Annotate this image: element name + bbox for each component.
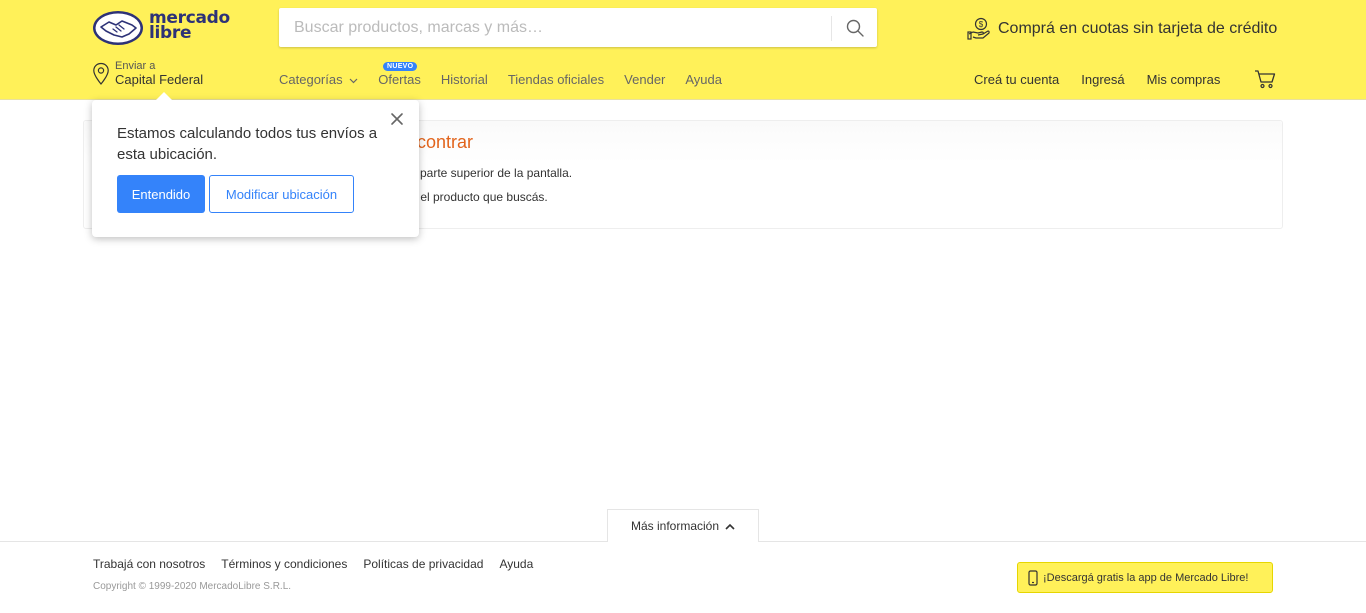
footer-links: Trabajá con nosotros Términos y condicio… <box>93 557 533 571</box>
nav-ofertas[interactable]: Ofertas <box>378 72 421 90</box>
footer-link-politicas[interactable]: Políticas de privacidad <box>363 557 483 571</box>
entendido-button[interactable]: Entendido <box>117 175 205 213</box>
search-input[interactable] <box>279 8 831 47</box>
more-info-label: Más información <box>630 519 720 533</box>
nav-categorias-label: Categorías <box>279 72 343 87</box>
mercadolibre-logo[interactable]: mercado libre <box>92 10 232 46</box>
search-button[interactable] <box>832 8 877 47</box>
location-value: Capital Federal <box>115 72 204 87</box>
money-hand-icon: $ <box>967 17 990 40</box>
nav-historial[interactable]: Historial <box>441 72 488 90</box>
nav-ayuda[interactable]: Ayuda <box>685 72 722 90</box>
mas-informacion-tab[interactable]: Más información <box>607 509 759 542</box>
modificar-ubicacion-button[interactable]: Modificar ubicación <box>209 175 354 213</box>
my-purchases-link[interactable]: Mis compras <box>1147 72 1221 90</box>
nuevo-badge: NUEVO <box>383 62 418 71</box>
card-title: contrar <box>417 132 474 152</box>
nav-tiendas-oficiales[interactable]: Tiendas oficiales <box>508 72 604 90</box>
footer-link-terminos[interactable]: Términos y condiciones <box>221 557 347 571</box>
search-bar <box>279 8 877 47</box>
svg-text:$: $ <box>979 20 984 29</box>
copyright: Copyright © 1999-2020 MercadoLibre S.R.L… <box>93 581 292 592</box>
header: mercado libre $ Comprá en cuotas sin tar… <box>0 0 1366 100</box>
search-icon <box>846 19 864 37</box>
nav-vender[interactable]: Vender <box>624 72 665 90</box>
location-popover: Estamos calculando todos tus envíos a es… <box>92 92 419 237</box>
chevron-up-icon <box>725 523 735 530</box>
login-link[interactable]: Ingresá <box>1081 72 1124 90</box>
chevron-down-icon <box>349 78 358 83</box>
main-nav: Categorías Ofertas Historial Tiendas ofi… <box>279 62 722 90</box>
cart-icon <box>1255 70 1276 89</box>
card-hint-2: r el producto que buscás. <box>413 190 548 204</box>
handshake-logo-icon <box>93 11 143 45</box>
promo-text: Comprá en cuotas sin tarjeta de crédito <box>998 20 1278 37</box>
location-label: Enviar a <box>115 60 156 72</box>
download-app-button[interactable]: ¡Descargá gratis la app de Mercado Libre… <box>1017 562 1273 593</box>
create-account-link[interactable]: Creá tu cuenta <box>974 72 1059 90</box>
footer-link-ayuda[interactable]: Ayuda <box>499 557 533 571</box>
download-app-label: ¡Descargá gratis la app de Mercado Libre… <box>1043 571 1249 584</box>
card-hint-1: parte superior de la pantalla. <box>420 166 573 180</box>
location-pin-icon <box>93 62 109 85</box>
cart-button[interactable] <box>1254 69 1276 89</box>
popover-message: Estamos calculando todos tus envíos a es… <box>117 125 378 163</box>
logo-text: mercado libre <box>149 8 230 43</box>
location-selector[interactable]: Enviar a Capital Federal <box>92 60 222 90</box>
phone-icon <box>1028 569 1038 586</box>
footer: Trabajá con nosotros Términos y condicio… <box>0 541 1366 613</box>
promo-cuotas-link[interactable]: $ Comprá en cuotas sin tarjeta de crédit… <box>967 17 1277 41</box>
account-links: Creá tu cuenta Ingresá Mis compras <box>974 72 1220 90</box>
footer-link-trabaja[interactable]: Trabajá con nosotros <box>93 557 205 571</box>
nav-categorias[interactable]: Categorías <box>279 72 358 90</box>
